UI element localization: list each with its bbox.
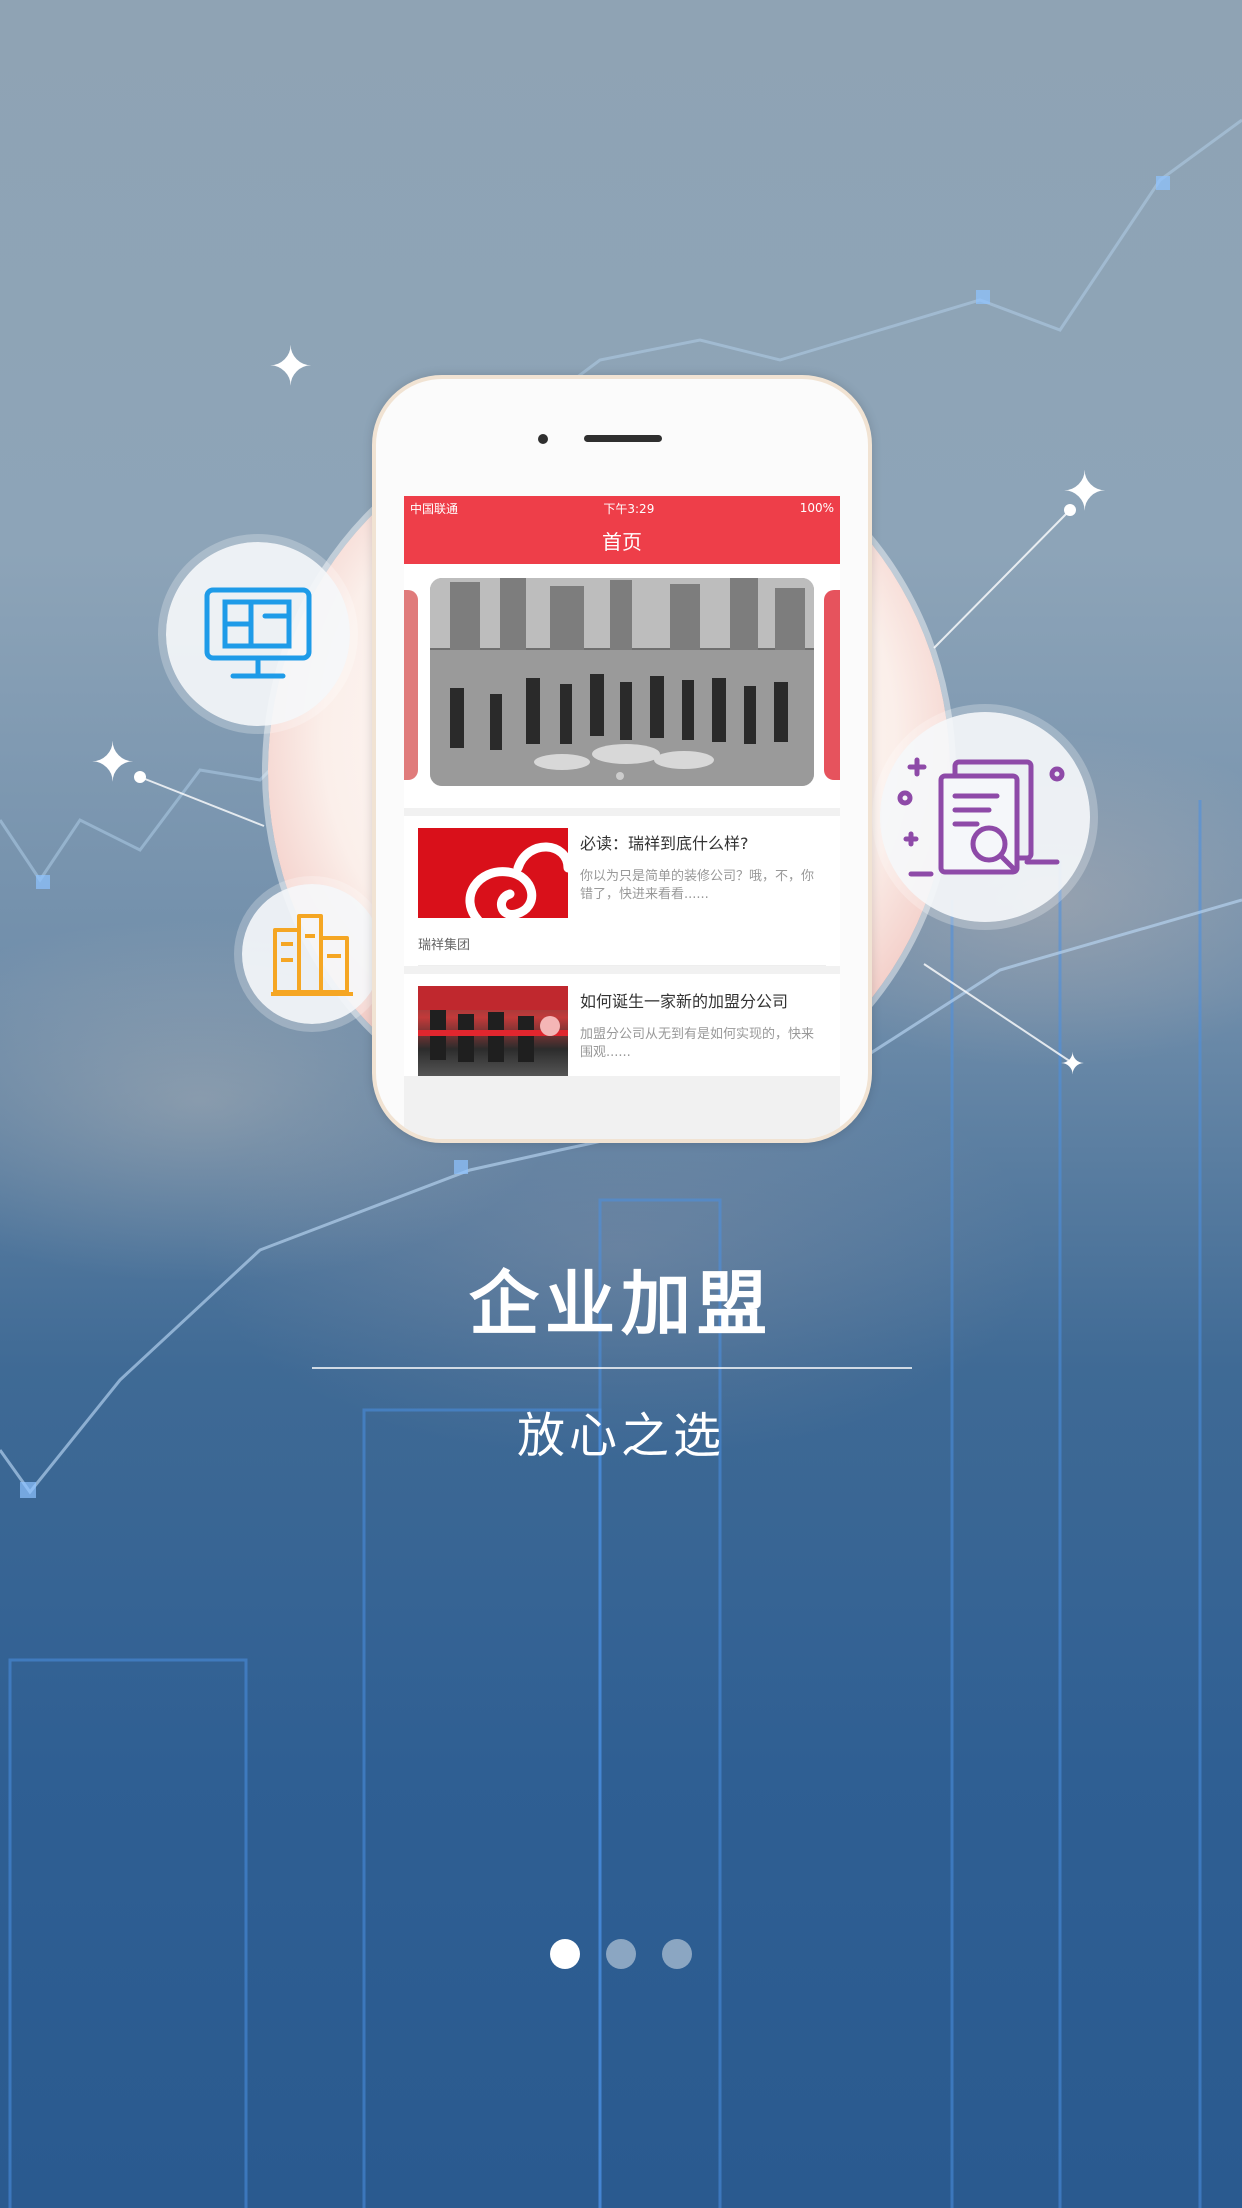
status-bar: 中国联通 下午3:29 100% xyxy=(404,496,840,520)
nav-title: 首页 xyxy=(404,520,840,564)
document-icon-badge xyxy=(880,712,1090,922)
phone-camera xyxy=(538,434,548,444)
title-divider xyxy=(312,1367,912,1369)
list-item[interactable]: 必读：瑞祥到底什么样? 你以为只是简单的装修公司？哦，不，你错了，快进来看看..… xyxy=(404,816,840,966)
banner-carousel[interactable] xyxy=(404,564,840,808)
status-time: 下午3:29 xyxy=(603,501,655,516)
article-title: 必读：瑞祥到底什么样? xyxy=(580,834,749,853)
page-subtitle: 放心之选 xyxy=(516,1408,725,1464)
banner-image[interactable] xyxy=(430,578,814,786)
list-item[interactable]: 如何诞生一家新的加盟分公司 加盟分公司从无到有是如何实现的，快来围观...... xyxy=(404,974,840,1076)
sparkle-icon: ✦ xyxy=(268,335,314,398)
ribbon-cutting-photo xyxy=(418,986,568,1062)
carrier-label: 中国联通 xyxy=(410,501,459,516)
sparkle-icon: ✦ xyxy=(1062,460,1108,523)
banner-next-peek xyxy=(824,590,840,780)
article-desc: 你以为只是简单的装修公司？哦，不，你错了，快进来看看...... xyxy=(580,869,815,902)
article-thumbnail xyxy=(418,828,568,918)
sparkle-icon: ✦ xyxy=(90,731,136,794)
sparkle-icon: ✦ xyxy=(1060,1047,1086,1082)
article-title: 如何诞生一家新的加盟分公司 xyxy=(580,992,789,1011)
monitor-icon-badge xyxy=(166,542,350,726)
building-chart-icon xyxy=(271,914,353,996)
group-photo xyxy=(430,578,814,786)
monitor-layout-icon xyxy=(204,587,312,679)
article-thumbnail xyxy=(418,986,568,1076)
document-search-icon xyxy=(897,757,1065,877)
building-icon-badge xyxy=(242,884,382,1024)
phone-speaker xyxy=(584,435,662,442)
banner-page-dot xyxy=(616,772,624,780)
battery-label: 100% xyxy=(799,501,834,515)
page-title: 企业加盟 xyxy=(469,1263,773,1345)
page-dot[interactable] xyxy=(662,1939,692,1969)
page-indicator xyxy=(0,1939,1242,1969)
phone-mockup: 中国联通 下午3:29 100% 首页 必读：瑞祥到底什么样? 你以为只是简单的… xyxy=(372,375,872,1143)
article-source: 瑞祥集团 xyxy=(418,918,826,966)
phone-screen: 中国联通 下午3:29 100% 首页 必读：瑞祥到底什么样? 你以为只是简单的… xyxy=(404,496,840,1139)
page-dot-active[interactable] xyxy=(550,1939,580,1969)
banner-prev-peek xyxy=(404,590,418,780)
cloud-logo-icon xyxy=(465,842,568,918)
page-dot[interactable] xyxy=(606,1939,636,1969)
article-desc: 加盟分公司从无到有是如何实现的，快来围观...... xyxy=(580,1027,815,1060)
